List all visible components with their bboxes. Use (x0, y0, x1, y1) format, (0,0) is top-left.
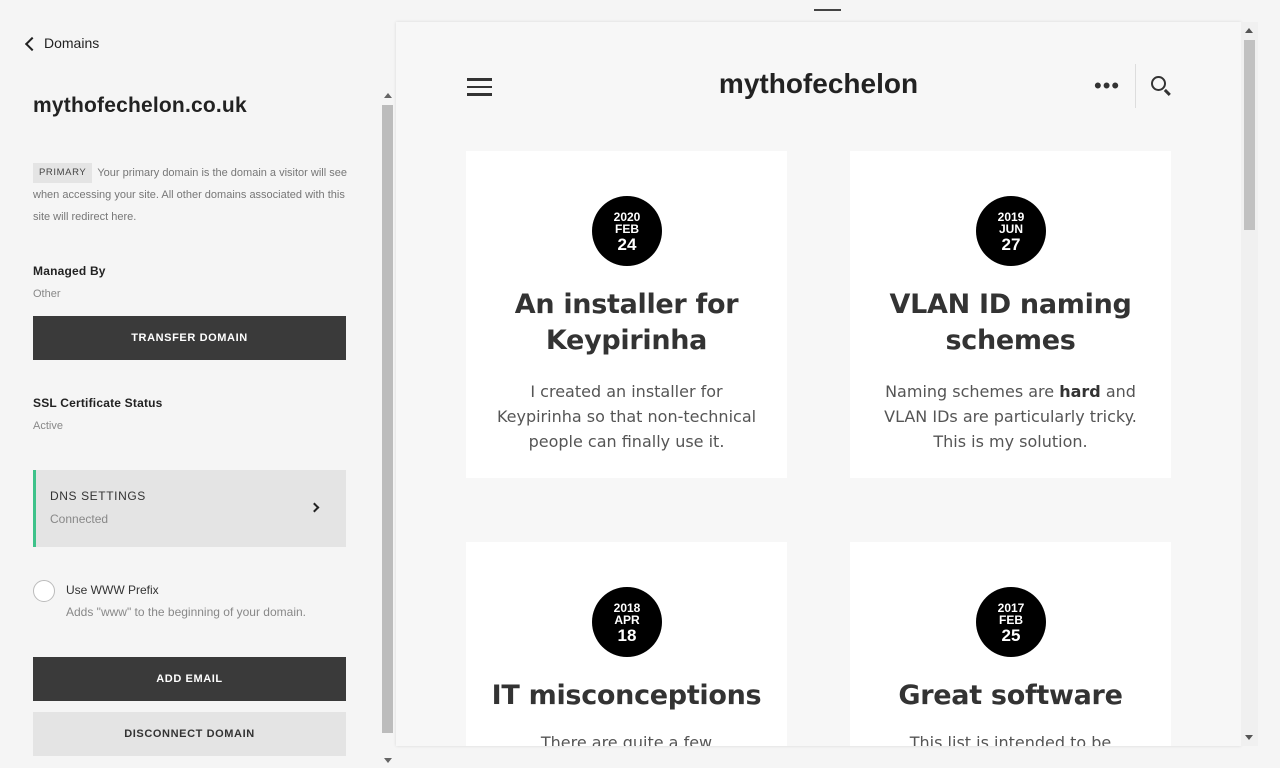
managed-by-label: Managed By (33, 264, 106, 278)
www-prefix-label: Use WWW Prefix (66, 583, 159, 597)
blog-post-card[interactable]: 2018 APR 18 IT misconceptions There are … (466, 542, 787, 746)
domain-title: mythofechelon.co.uk (33, 94, 247, 117)
scroll-down-arrow-icon[interactable] (1245, 735, 1253, 740)
primary-badge: PRIMARY (33, 163, 93, 183)
post-title[interactable]: An installer for Keypirinha (486, 287, 767, 359)
post-title[interactable]: IT misconceptions (486, 678, 767, 714)
more-dots-icon[interactable]: ••• (1094, 75, 1120, 97)
header-divider (1135, 64, 1136, 108)
panel-scrollbar-thumb[interactable] (382, 105, 393, 733)
blog-post-card[interactable]: 2019 JUN 27 VLAN ID naming schemes Namin… (850, 151, 1171, 478)
post-month: FEB (999, 613, 1023, 627)
blog-post-card[interactable]: 2017 FEB 25 Great software This list is … (850, 542, 1171, 746)
post-month: FEB (615, 222, 639, 236)
domain-settings-panel: Domains mythofechelon.co.uk PRIMARY Your … (0, 0, 380, 768)
post-date-badge: 2017 FEB 25 (976, 587, 1046, 657)
scroll-up-arrow-icon[interactable] (1245, 28, 1253, 33)
post-title[interactable]: Great software (870, 678, 1151, 714)
preview-drag-handle[interactable] (814, 9, 841, 11)
post-day: 18 (617, 626, 637, 645)
post-excerpt-emphasis: hard (1059, 382, 1101, 401)
post-month: APR (614, 613, 640, 627)
add-email-button[interactable]: ADD EMAIL (33, 657, 346, 701)
www-prefix-toggle[interactable] (33, 580, 55, 602)
back-link-label: Domains (44, 35, 100, 51)
managed-by-value: Other (33, 288, 61, 300)
post-date-badge: 2020 FEB 24 (592, 196, 662, 266)
post-excerpt: Naming schemes are hard and VLAN IDs are… (884, 382, 1137, 451)
preview-scrollbar[interactable] (1241, 22, 1258, 746)
panel-scrollbar[interactable] (380, 90, 395, 768)
post-day: 25 (1001, 626, 1021, 645)
preview-scrollbar-thumb[interactable] (1244, 40, 1255, 230)
transfer-domain-button[interactable]: TRANSFER DOMAIN (33, 316, 346, 360)
primary-domain-note: PRIMARY Your primary domain is the domain… (33, 162, 347, 228)
post-title[interactable]: VLAN ID naming schemes (870, 287, 1151, 359)
dns-settings-card[interactable]: DNS SETTINGS Connected (33, 470, 346, 547)
post-day: 24 (617, 235, 637, 254)
post-excerpt: There are quite a few (540, 733, 713, 746)
post-excerpt: This list is intended to be everything (909, 733, 1112, 746)
post-day: 27 (1001, 235, 1021, 254)
post-date-badge: 2018 APR 18 (592, 587, 662, 657)
dns-settings-title: DNS SETTINGS (50, 489, 146, 503)
post-month: JUN (998, 222, 1023, 236)
back-to-domains-link[interactable]: Domains (24, 35, 100, 51)
chevron-right-icon (309, 502, 320, 513)
ssl-status-label: SSL Certificate Status (33, 396, 163, 410)
blog-post-card[interactable]: 2020 FEB 24 An installer for Keypirinha … (466, 151, 787, 478)
scroll-down-arrow-icon[interactable] (384, 758, 392, 763)
post-excerpt: I created an installer for Keypirinha so… (496, 382, 757, 451)
disconnect-domain-button[interactable]: DISCONNECT DOMAIN (33, 712, 346, 756)
scroll-up-arrow-icon[interactable] (384, 93, 392, 98)
ssl-status-value: Active (33, 420, 63, 432)
post-date-badge: 2019 JUN 27 (976, 196, 1046, 266)
search-icon[interactable] (1151, 76, 1171, 96)
dns-settings-status: Connected (50, 512, 109, 526)
chevron-left-icon (24, 36, 40, 51)
site-preview: mythofechelon ••• 2020 FEB 24 An install… (396, 22, 1241, 746)
www-prefix-description: Adds "www" to the beginning of your doma… (66, 605, 306, 619)
